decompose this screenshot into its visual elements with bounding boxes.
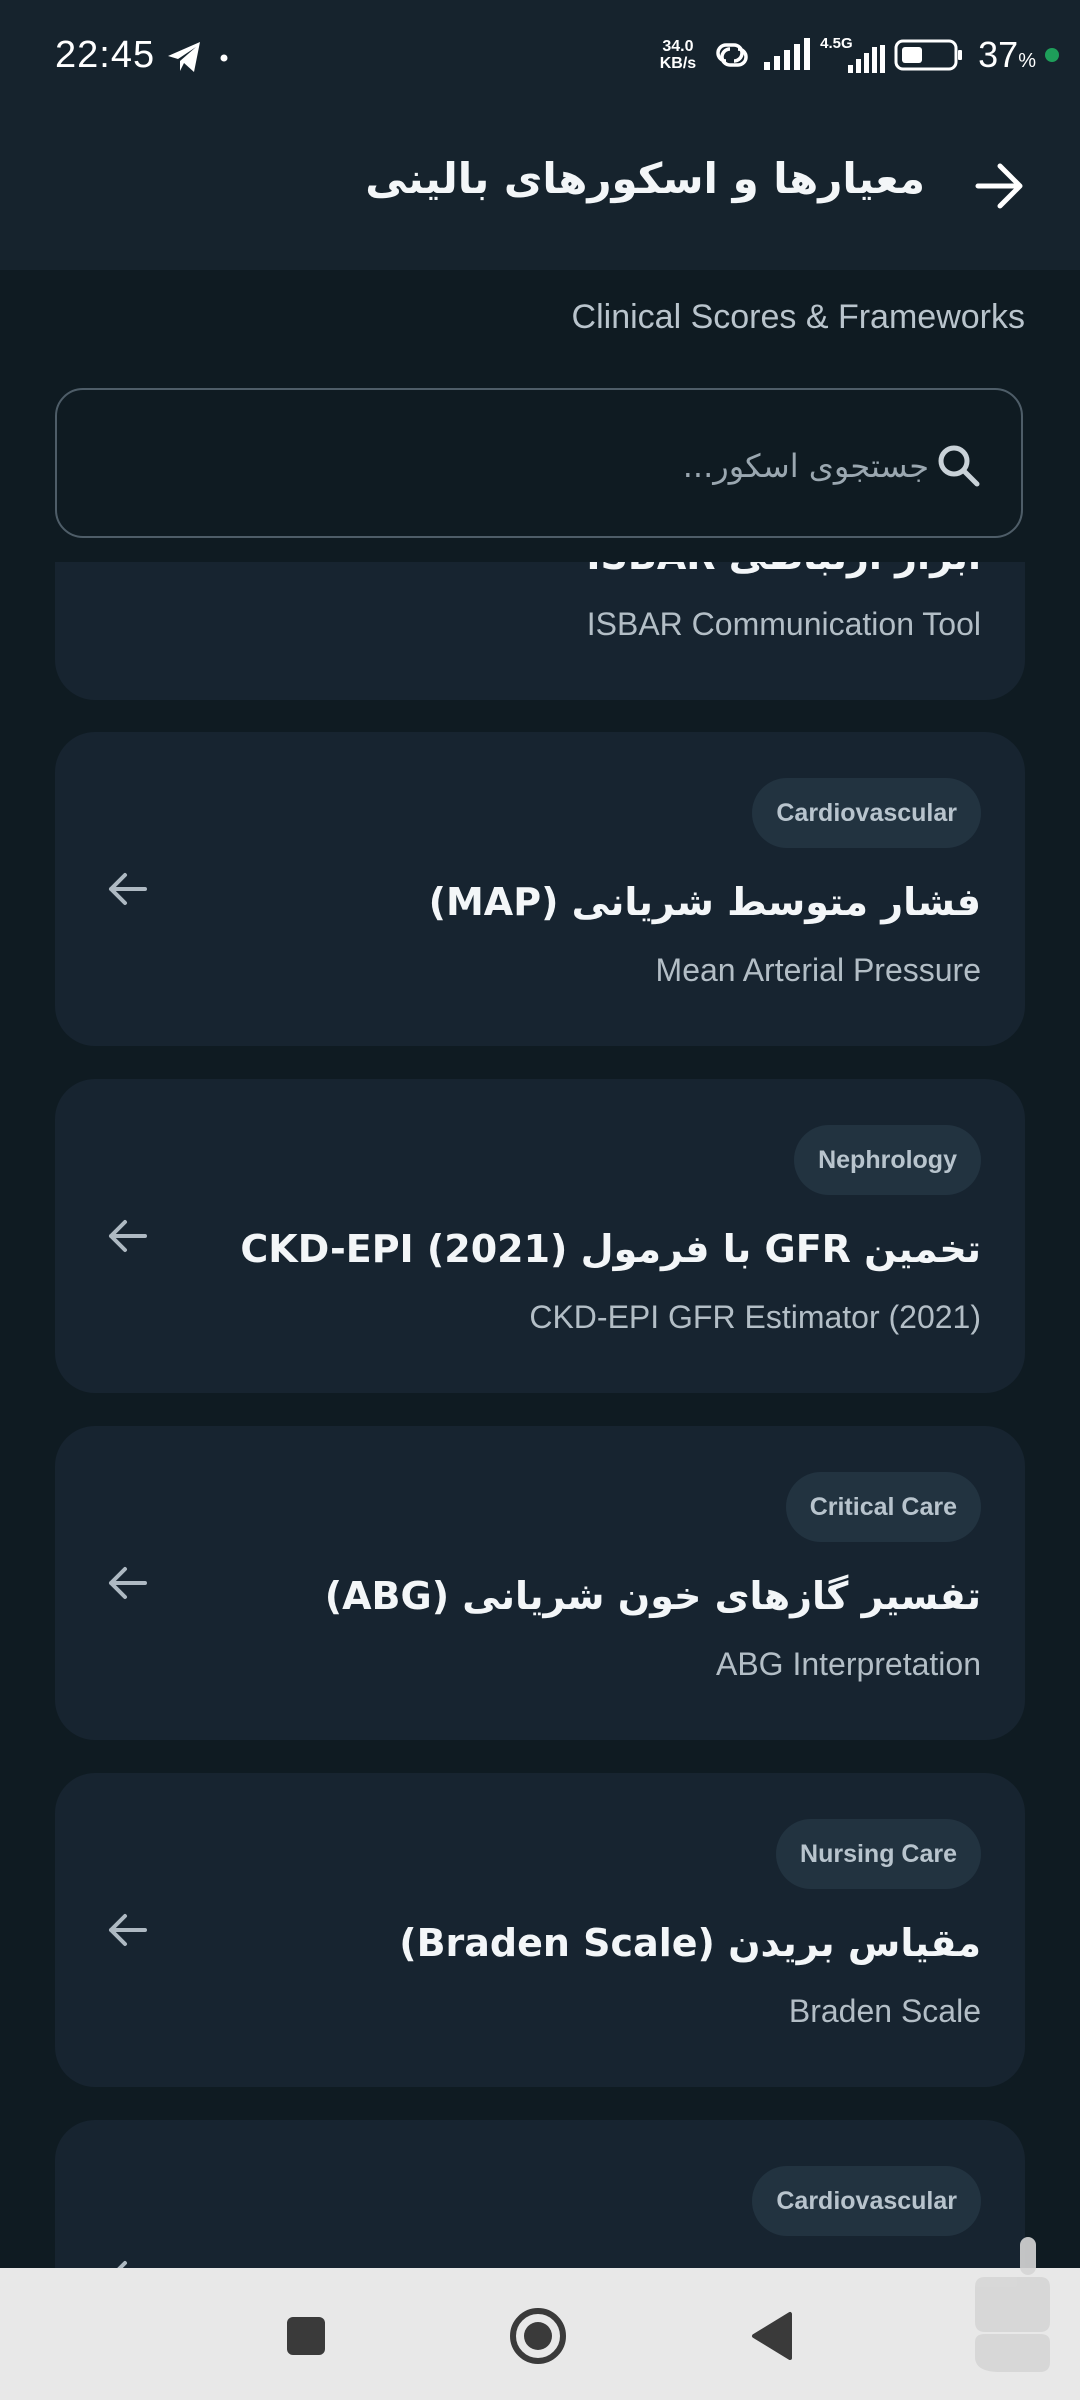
score-card[interactable]: Nephrology تخمین GFR با فرمول CKD-EPI (2… (55, 1079, 1025, 1393)
store-logo-watermark (975, 2237, 1050, 2372)
card-subtitle: ABG Interpretation (715, 1646, 981, 1682)
arrow-left-icon (109, 1220, 147, 1252)
dot-icon (220, 54, 228, 62)
card-subtitle: Mean Arterial Pressure (655, 952, 981, 988)
net-speed: 34.0 KB/s (660, 38, 696, 72)
net-speed-value: 34.0 (662, 38, 694, 55)
card-subtitle: Braden Scale (788, 1993, 981, 2029)
card-title: ابزار ارتباطی ISBAR (586, 562, 981, 578)
score-card[interactable]: ابزار ارتباطی ISBAR ISBAR Communication … (55, 562, 1025, 700)
status-icons: 34.0 KB/s 4.5G 37% (660, 30, 1060, 80)
card-subtitle: ISBAR Communication Tool (586, 606, 981, 642)
privacy-dot-icon (1045, 48, 1059, 62)
score-card[interactable]: Cardiovascular (55, 2120, 1025, 2268)
signal-4g-icon: 4.5G (820, 35, 886, 75)
search-box[interactable] (55, 388, 1023, 538)
card-title: مقیاس بریدن (Braden Scale) (399, 1921, 981, 1965)
arrow-left-icon (109, 1914, 147, 1946)
arrow-left-icon (109, 873, 147, 905)
net-speed-unit: KB/s (659, 55, 697, 72)
back-triangle-icon[interactable] (744, 2306, 804, 2366)
battery-percent: 37% (978, 34, 1036, 75)
card-title: تفسیر گازهای خون شریانی (ABG) (324, 1574, 981, 1618)
back-button[interactable] (970, 156, 1030, 216)
card-title: تخمین GFR با فرمول CKD-EPI (2021) (240, 1227, 981, 1271)
app-bar: معیارها و اسکورهای بالینی (0, 118, 1080, 270)
card-title: فشار متوسط شریانی (MAP) (428, 880, 981, 924)
arrow-left-icon (109, 1567, 147, 1599)
card-subtitle: CKD-EPI GFR Estimator (2021) (529, 1299, 981, 1335)
score-card[interactable]: Nursing Care مقیاس بریدن (Braden Scale) … (55, 1773, 1025, 2087)
search-icon (938, 445, 980, 487)
category-badge: Cardiovascular (752, 2166, 981, 2236)
status-time: 22:45 (55, 34, 156, 76)
category-badge: Nursing Care (776, 1819, 981, 1889)
arrow-left-icon (117, 2261, 127, 2268)
page-title: معیارها و اسکورهای بالینی (365, 154, 925, 203)
score-list[interactable]: ابزار ارتباطی ISBAR ISBAR Communication … (0, 562, 1080, 2268)
category-badge: Critical Care (785, 1472, 981, 1542)
telegram-icon (168, 42, 228, 72)
link-icon (716, 43, 748, 67)
signal-icon (764, 38, 811, 70)
recents-square-icon[interactable] (276, 2306, 336, 2366)
battery-icon (894, 39, 963, 71)
section-subtitle: Clinical Scores & Frameworks (571, 298, 1025, 336)
status-bar: 22:45 34.0 KB/s 4.5G 37% (0, 0, 1080, 118)
home-circle-icon[interactable] (508, 2306, 568, 2366)
score-card[interactable]: Critical Care تفسیر گازهای خون شریانی (A… (55, 1426, 1025, 1740)
arrow-right-icon (975, 163, 1023, 209)
category-badge: Nephrology (794, 1125, 981, 1195)
search-input[interactable] (87, 430, 931, 502)
category-badge: Cardiovascular (752, 778, 981, 848)
score-card[interactable]: Cardiovascular فشار متوسط شریانی (MAP) M… (55, 732, 1025, 1046)
system-nav-bar (0, 2268, 1080, 2400)
